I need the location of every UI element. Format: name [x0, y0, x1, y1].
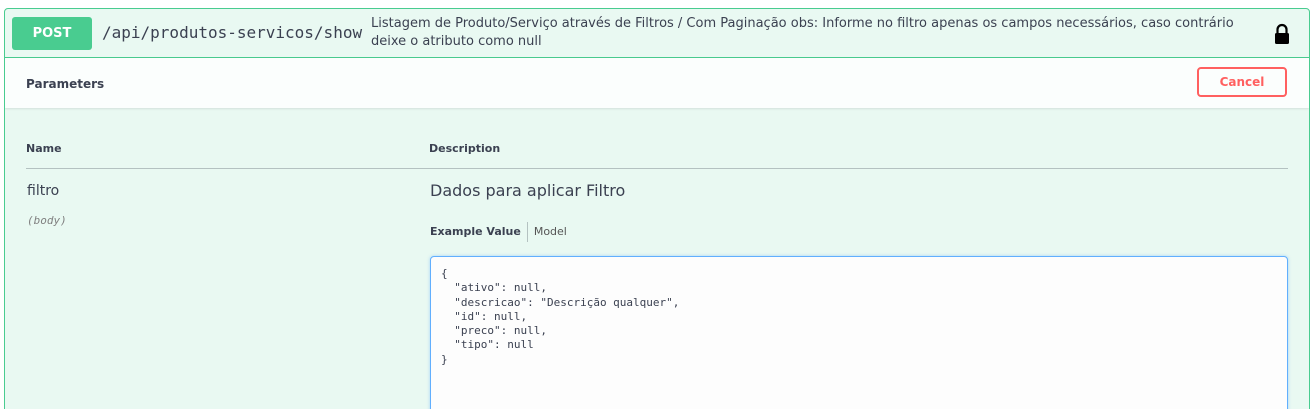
operation-summary[interactable]: POST /api/produtos-servicos/show Listage…	[5, 9, 1309, 58]
cancel-button[interactable]: Cancel	[1197, 67, 1287, 97]
example-model-tabs: Example Value Model	[430, 222, 567, 242]
operation-description: Listagem de Produto/Serviço através de F…	[371, 16, 1234, 49]
parameter-description: Dados para aplicar Filtro	[430, 181, 626, 200]
operation-block: POST /api/produtos-servicos/show Listage…	[4, 8, 1310, 409]
column-header-name: Name	[26, 142, 62, 155]
parameters-header: Parameters Cancel	[5, 58, 1309, 108]
header-divider	[26, 168, 1288, 169]
parameters-title: Parameters	[26, 77, 105, 91]
parameter-name: filtro	[27, 183, 60, 199]
tab-model[interactable]: Model	[534, 222, 567, 242]
parameter-location: (body)	[27, 214, 67, 227]
tab-divider	[526, 222, 528, 242]
tab-example-value[interactable]: Example Value	[430, 222, 527, 242]
request-body-editor[interactable]: { "ativo": null, "descricao": "Descrição…	[430, 256, 1288, 409]
method-badge: POST	[12, 17, 92, 50]
column-header-description: Description	[429, 142, 501, 155]
endpoint-path: /api/produtos-servicos/show	[102, 23, 363, 42]
lock-icon[interactable]	[1273, 23, 1291, 45]
